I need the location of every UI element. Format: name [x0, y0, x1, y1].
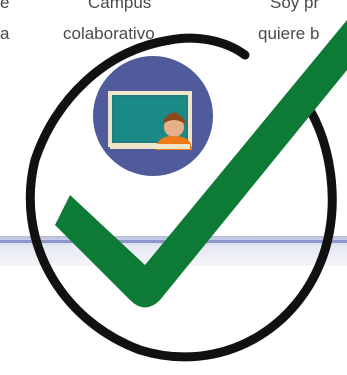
screenshot-stage: e a Campus colaborativo Soy pr quiere b — [0, 0, 347, 375]
check-circle-icon — [25, 20, 347, 362]
